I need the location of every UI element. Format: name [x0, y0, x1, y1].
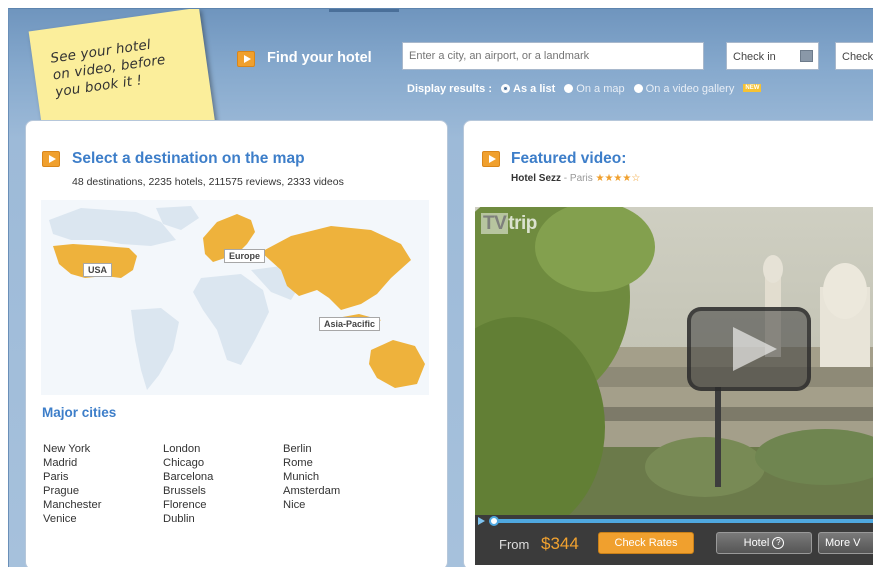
video-frame-graphic	[475, 207, 873, 515]
cities-column-2: London Chicago Barcelona Brussels Floren…	[163, 442, 213, 526]
orange-arrow-icon	[482, 151, 500, 167]
check-rates-button[interactable]: Check Rates	[598, 532, 694, 554]
major-cities-title: Major cities	[42, 405, 117, 420]
destination-panel: Select a destination on the map 48 desti…	[25, 120, 448, 567]
display-results-row: Display results : As a list On a map On …	[407, 83, 762, 95]
separator: -	[561, 173, 570, 184]
city-link[interactable]: Florence	[163, 498, 213, 512]
destination-stats: 48 destinations, 2235 hotels, 211575 rev…	[72, 176, 344, 188]
option-map[interactable]: On a map	[564, 83, 625, 95]
orange-arrow-icon	[237, 51, 255, 67]
city-link[interactable]: Manchester	[43, 498, 101, 512]
star-rating: ★★★★☆	[595, 173, 641, 184]
usa-map-label[interactable]: USA	[83, 263, 113, 277]
video-player[interactable]: TV trip	[475, 207, 873, 515]
city-link[interactable]: Munich	[283, 470, 340, 484]
checkout-field[interactable]: Check o	[835, 42, 873, 70]
calendar-icon[interactable]	[800, 50, 813, 62]
option-list[interactable]: As a list	[501, 83, 555, 95]
asia-pacific-map-label[interactable]: Asia-Pacific	[319, 317, 381, 331]
play-button[interactable]	[687, 307, 811, 391]
top-strip	[329, 9, 399, 12]
option-gallery[interactable]: On a video gallery	[633, 83, 735, 95]
city-link[interactable]: Nice	[283, 498, 340, 512]
more-videos-button[interactable]: More V	[818, 532, 873, 554]
find-hotel-label: Find your hotel	[267, 50, 372, 66]
city-link[interactable]: Rome	[283, 456, 340, 470]
radio-icon[interactable]	[633, 84, 643, 93]
option-list-label: As a list	[513, 83, 556, 95]
city-link[interactable]: Brussels	[163, 484, 213, 498]
video-footer: From $344 Check Rates Hotel ? More V	[475, 527, 873, 565]
from-label: From	[499, 537, 530, 552]
world-map[interactable]: USA Europe Asia-Pacific	[41, 200, 429, 395]
europe-map-label[interactable]: Europe	[224, 249, 266, 263]
checkin-label: Check in	[733, 51, 776, 63]
hotel-city: Paris	[569, 173, 593, 184]
city-link[interactable]: London	[163, 442, 213, 456]
city-link[interactable]: Madrid	[43, 456, 101, 470]
tvtrip-logo: TV trip	[481, 213, 537, 234]
destination-title: Select a destination on the map	[72, 150, 305, 167]
city-link[interactable]: Amsterdam	[283, 484, 340, 498]
new-badge: NEW	[743, 84, 762, 92]
progress-handle[interactable]	[489, 516, 499, 526]
city-link[interactable]: New York	[43, 442, 101, 456]
featured-video-title: Featured video:	[511, 150, 627, 167]
cities-column-3: Berlin Rome Munich Amsterdam Nice	[283, 442, 340, 512]
progress-track[interactable]	[493, 519, 873, 523]
orange-arrow-icon	[42, 151, 60, 167]
checkout-label: Check o	[842, 51, 873, 63]
radio-icon[interactable]	[564, 84, 574, 93]
price-value: $344	[541, 534, 579, 553]
cities-column-1: New York Madrid Paris Prague Manchester …	[43, 442, 101, 526]
video-progress-bar[interactable]	[475, 515, 873, 527]
hotel-button-label: Hotel	[743, 537, 770, 549]
checkin-field[interactable]: Check in	[726, 42, 819, 70]
city-link[interactable]: Prague	[43, 484, 101, 498]
option-gallery-label: On a video gallery	[645, 83, 735, 95]
radio-selected-icon[interactable]	[501, 84, 511, 93]
world-map-graphic	[41, 200, 429, 395]
city-link[interactable]: Barcelona	[163, 470, 213, 484]
hotel-name[interactable]: Hotel Sezz	[511, 173, 561, 184]
help-icon: ?	[772, 537, 785, 549]
city-link[interactable]: Venice	[43, 512, 101, 526]
city-link[interactable]: Paris	[43, 470, 101, 484]
search-input[interactable]	[402, 42, 704, 70]
display-results-label: Display results :	[407, 83, 492, 95]
featured-video-panel: Featured video: Hotel Sezz - Paris ★★★★☆	[463, 120, 873, 567]
featured-hotel-line: Hotel Sezz - Paris ★★★★☆	[511, 173, 640, 184]
option-map-label: On a map	[576, 83, 625, 95]
city-link[interactable]: Chicago	[163, 456, 213, 470]
city-link[interactable]: Berlin	[283, 442, 340, 456]
city-link[interactable]: Dublin	[163, 512, 213, 526]
small-play-icon[interactable]	[478, 517, 485, 525]
hotel-button[interactable]: Hotel ?	[716, 532, 812, 554]
